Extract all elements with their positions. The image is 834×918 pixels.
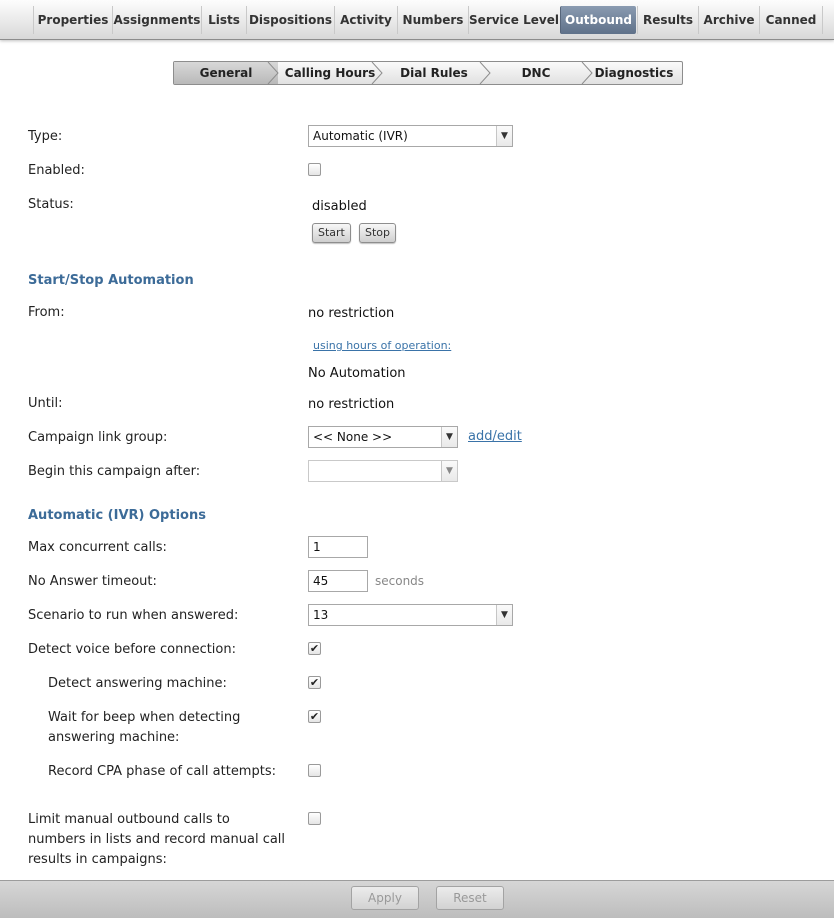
max-calls-input[interactable]: 1 [308, 536, 368, 558]
no-answer-label: No Answer timeout: [28, 574, 157, 589]
status-value: disabled [312, 199, 367, 214]
begin-after-label: Begin this campaign after: [28, 464, 201, 479]
no-answer-unit: seconds [375, 574, 425, 588]
until-value: no restriction [308, 397, 395, 412]
chevron-down-icon: ▼ [496, 126, 512, 146]
tab-results[interactable]: Results [637, 6, 698, 34]
tab-archive[interactable]: Archive [698, 6, 759, 34]
no-automation-text: No Automation [308, 366, 406, 381]
add-edit-link[interactable]: add/edit [468, 429, 522, 444]
tab-assignments[interactable]: Assignments [112, 6, 201, 34]
checkmark-icon: ✔ [309, 676, 320, 689]
detect-voice-checkbox[interactable]: ✔ [308, 642, 321, 655]
limit-manual-label-line2: numbers in lists and record manual call [28, 832, 286, 847]
scenario-label: Scenario to run when answered: [28, 608, 239, 623]
type-label: Type: [28, 129, 63, 144]
begin-after-select[interactable]: ▼ [308, 460, 458, 482]
stop-button[interactable]: Stop [359, 223, 397, 243]
detect-machine-label: Detect answering machine: [48, 676, 227, 691]
tab-dispositions[interactable]: Dispositions [246, 6, 334, 34]
link-group-select[interactable]: << None >> ▼ [308, 426, 458, 448]
chevron-down-icon: ▼ [441, 427, 457, 447]
from-value: no restriction [308, 306, 395, 321]
wait-beep-label-line2: answering machine: [48, 730, 180, 745]
status-label: Status: [28, 197, 74, 212]
section-title-ivr-options: Automatic (IVR) Options [28, 508, 206, 523]
checkmark-icon: ✔ [309, 710, 320, 723]
record-cpa-checkbox[interactable] [308, 764, 321, 777]
footer-bar: Apply Reset [0, 880, 834, 918]
sub-tab-bar: General Calling Hours Dial Rules DNC Dia… [173, 61, 683, 85]
hours-of-operation-link[interactable]: using hours of operation: [313, 339, 451, 352]
tab-outbound[interactable]: Outbound [560, 6, 636, 34]
top-tab-bar: Properties Assignments Lists Disposition… [0, 0, 834, 40]
tab-activity[interactable]: Activity [334, 6, 397, 34]
tab-numbers[interactable]: Numbers [397, 6, 468, 34]
until-label: Until: [28, 396, 63, 411]
tab-properties[interactable]: Properties [33, 6, 112, 34]
section-title-automation: Start/Stop Automation [28, 273, 194, 288]
tab-lists[interactable]: Lists [201, 6, 246, 34]
wait-beep-label-line1: Wait for beep when detecting [48, 710, 241, 725]
type-select-value: Automatic (IVR) [313, 129, 408, 143]
wait-beep-checkbox[interactable]: ✔ [308, 710, 321, 723]
from-label: From: [28, 305, 65, 320]
chevron-down-icon: ▼ [441, 461, 457, 481]
link-group-select-value: << None >> [313, 430, 393, 444]
enabled-checkbox[interactable] [308, 163, 321, 176]
scenario-select[interactable]: 13 ▼ [308, 604, 513, 626]
apply-button[interactable]: Apply [351, 886, 419, 910]
tab-service-level[interactable]: Service Level [468, 6, 559, 34]
chevron-separators [267, 62, 593, 84]
detect-voice-label: Detect voice before connection: [28, 642, 236, 657]
scenario-select-value: 13 [313, 608, 329, 622]
tab-canned[interactable]: Canned [759, 6, 823, 34]
reset-button[interactable]: Reset [436, 886, 504, 910]
enabled-label: Enabled: [28, 163, 85, 178]
no-answer-input[interactable]: 45 [308, 570, 368, 592]
max-calls-label: Max concurrent calls: [28, 540, 167, 555]
detect-machine-checkbox[interactable]: ✔ [308, 676, 321, 689]
type-select[interactable]: Automatic (IVR) ▼ [308, 125, 513, 147]
chevron-down-icon: ▼ [496, 605, 512, 625]
limit-manual-label-line3: results in campaigns: [28, 852, 167, 867]
limit-manual-checkbox[interactable] [308, 812, 321, 825]
link-group-label: Campaign link group: [28, 430, 168, 445]
start-button[interactable]: Start [312, 223, 351, 243]
record-cpa-label: Record CPA phase of call attempts: [48, 764, 276, 779]
limit-manual-label-line1: Limit manual outbound calls to [28, 812, 230, 827]
checkmark-icon: ✔ [309, 642, 320, 655]
